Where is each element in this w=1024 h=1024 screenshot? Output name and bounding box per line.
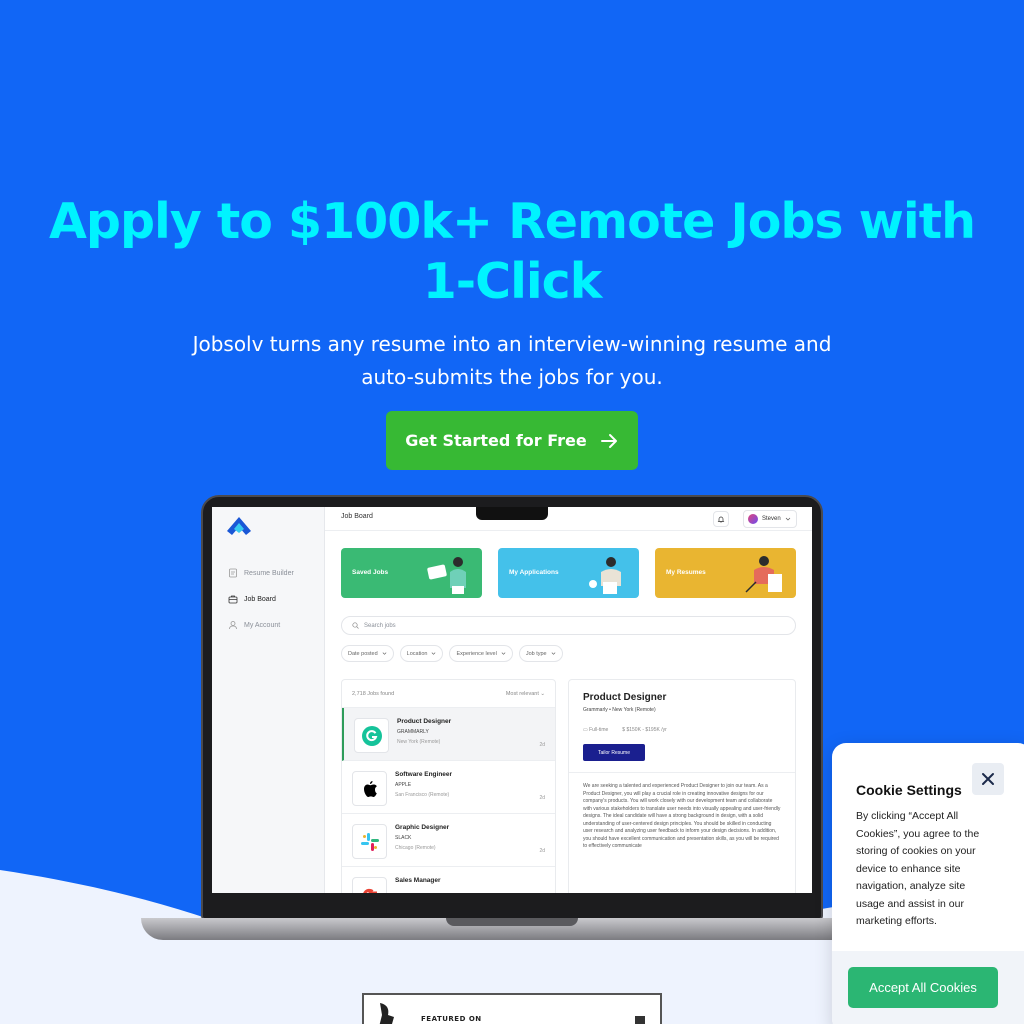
search-icon xyxy=(352,622,359,629)
list-item[interactable]: Product Designer GRAMMARLY New York (Rem… xyxy=(342,708,555,761)
arrow-right-icon xyxy=(600,433,617,448)
list-item[interactable]: Graphic Designer SLACK Chicago (Remote) … xyxy=(342,814,555,867)
card-my-applications[interactable]: My Applications xyxy=(498,548,639,598)
illustration-icon xyxy=(427,557,466,594)
job-list-header: 2,718 Jobs found Most relevant ⌄ xyxy=(342,680,555,708)
filter-date-posted[interactable]: Date posted xyxy=(341,645,394,662)
close-icon xyxy=(982,773,994,785)
page-title: Job Board xyxy=(341,513,373,520)
hero-subhead: Jobsolv turns any resume into an intervi… xyxy=(192,332,832,389)
chevron-down-icon xyxy=(382,652,387,655)
get-started-button[interactable]: Get Started for Free xyxy=(386,411,638,470)
briefcase-icon xyxy=(228,595,238,604)
bell-icon xyxy=(717,516,725,523)
card-my-resumes[interactable]: My Resumes xyxy=(655,548,796,598)
featured-mark-icon xyxy=(635,1016,645,1024)
featured-on-label: FEATURED ON xyxy=(421,1015,482,1023)
chevron-down-icon xyxy=(501,652,506,655)
close-cookie-button[interactable] xyxy=(972,763,1004,795)
job-description: We are seeking a talented and experience… xyxy=(583,783,781,849)
search-jobs-input[interactable]: Search jobs xyxy=(341,616,796,635)
job-type: ▭ Full-time xyxy=(583,727,609,733)
slack-logo-icon xyxy=(352,824,387,859)
job-detail-title: Product Designer xyxy=(583,692,667,703)
filter-location[interactable]: Location xyxy=(399,645,444,662)
hero-headline: Apply to $100k+ Remote Jobs with 1-Click xyxy=(48,193,976,310)
get-started-label: Get Started for Free xyxy=(405,431,587,450)
illustration-icon xyxy=(745,556,782,593)
salary-range: $ $150K - $195K /yr xyxy=(622,727,667,733)
jobs-count: 2,718 Jobs found xyxy=(352,690,395,697)
chevron-down-icon xyxy=(432,652,436,655)
cookie-body: By clicking “Accept All Cookies”, you ag… xyxy=(856,810,980,927)
job-detail-panel: Product Designer Grammarly • New York (R… xyxy=(568,679,796,893)
app-sidebar: Resume Builder Job Board My Account xyxy=(212,507,325,893)
filter-job-type[interactable]: Job type xyxy=(518,645,563,662)
cookie-settings-panel: Cookie Settings By clicking “Accept All … xyxy=(832,743,1024,1024)
card-saved-jobs[interactable]: Saved Jobs xyxy=(341,548,482,598)
accept-all-cookies-button[interactable]: Accept All Cookies xyxy=(848,967,998,1008)
featured-on-badge: FEATURED ON xyxy=(362,993,662,1024)
sidebar-item-job-board[interactable]: Job Board xyxy=(228,594,276,604)
divider xyxy=(569,772,795,773)
notifications-button[interactable] xyxy=(713,511,729,527)
filter-experience-level[interactable]: Experience level xyxy=(449,645,513,662)
user-menu[interactable]: Steven xyxy=(743,510,797,528)
app-screenshot: Resume Builder Job Board My Account Job … xyxy=(212,507,812,893)
google-logo-icon xyxy=(352,877,387,893)
avatar xyxy=(748,514,758,524)
sidebar-item-resume-builder[interactable]: Resume Builder xyxy=(228,568,294,578)
illustration-icon xyxy=(589,557,621,594)
job-detail-location: New York (Remote) xyxy=(612,707,656,713)
filter-bar: Date posted Location Experience level Jo… xyxy=(341,645,563,662)
cookie-title: Cookie Settings xyxy=(856,782,962,798)
list-item[interactable]: Software Engineer APPLE San Francisco (R… xyxy=(342,761,555,814)
chevron-down-icon xyxy=(551,652,556,655)
job-detail-company: Grammarly xyxy=(583,707,608,713)
grammarly-logo-icon xyxy=(354,718,389,753)
app-topbar: Job Board Steven xyxy=(325,507,812,531)
list-item[interactable]: Sales Manager xyxy=(342,867,555,893)
laptop-base xyxy=(141,918,883,940)
user-icon xyxy=(229,621,237,630)
tailor-resume-button[interactable]: Tailor Resume xyxy=(583,744,645,761)
job-list: 2,718 Jobs found Most relevant ⌄ Product… xyxy=(341,679,556,893)
sidebar-item-my-account[interactable]: My Account xyxy=(228,620,280,630)
document-icon xyxy=(229,568,237,578)
jobsolv-logo-icon xyxy=(227,517,251,535)
featured-logo-icon xyxy=(379,1003,394,1024)
sort-select[interactable]: Most relevant ⌄ xyxy=(506,691,545,697)
laptop-camera-notch xyxy=(476,507,548,520)
apple-logo-icon xyxy=(352,771,387,806)
chevron-down-icon xyxy=(785,517,790,521)
